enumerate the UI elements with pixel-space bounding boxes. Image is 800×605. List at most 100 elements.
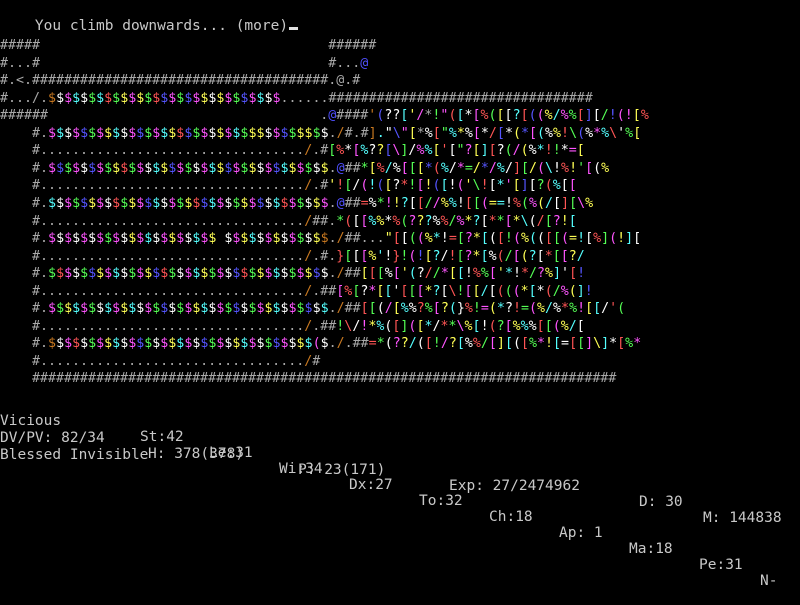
map-glyph: =: [520, 301, 529, 317]
map-glyph: $: [88, 336, 97, 352]
map-glyph: /: [384, 160, 393, 176]
map-glyph: [40, 38, 328, 53]
map-glyph: $: [272, 195, 281, 211]
map-glyph: $: [120, 301, 129, 317]
map-glyph: (: [384, 336, 393, 352]
map-glyph: ]: [625, 231, 634, 247]
map-glyph: ####: [336, 108, 369, 124]
map-glyph: *: [504, 266, 513, 282]
map-glyph: $: [120, 266, 129, 282]
map-glyph: #: [352, 160, 361, 176]
map-glyph: $: [296, 195, 305, 211]
map-glyph: $: [296, 231, 305, 247]
map-glyph: !: [384, 195, 393, 211]
map-glyph: %: [561, 160, 570, 176]
map-glyph: $: [320, 301, 329, 317]
map-glyph: %: [528, 195, 537, 211]
map-glyph: $: [96, 160, 105, 176]
map-glyph: !: [584, 283, 593, 299]
map-glyph: !: [545, 336, 554, 352]
map-glyph: .: [344, 336, 353, 352]
map-glyph: $: [280, 160, 289, 176]
map-glyph: #.: [0, 336, 49, 352]
map-glyph: *: [496, 301, 505, 317]
map-glyph: %: [456, 213, 465, 229]
map-glyph: %: [440, 195, 449, 211]
map-glyph: [: [617, 336, 626, 352]
map-glyph: (: [512, 231, 521, 247]
status-line-3: Blessed Invisible: [0, 431, 800, 463]
map-glyph: [: [593, 301, 602, 317]
map-glyph: $: [312, 125, 321, 141]
map-glyph: (: [544, 283, 553, 299]
map-glyph: /: [528, 160, 537, 176]
map-glyph: [: [376, 266, 385, 282]
map-glyph: #################################: [328, 90, 593, 106]
map-glyph: !: [472, 301, 481, 317]
map-glyph: !: [569, 160, 578, 176]
map-glyph: %: [472, 266, 481, 282]
map-glyph: #: [360, 125, 369, 141]
map-glyph: *: [360, 160, 369, 176]
map-glyph: !: [624, 108, 633, 124]
map-row: ########################################…: [0, 371, 616, 387]
map-glyph: [: [545, 231, 554, 247]
map-glyph: #: [352, 195, 361, 211]
stat-perception: Pe:31: [699, 557, 743, 573]
map-glyph: $: [280, 231, 289, 247]
map-glyph: [: [368, 301, 377, 317]
stat-toughness: To:32: [419, 493, 463, 509]
map-glyph: #: [344, 195, 353, 211]
map-glyph: [: [472, 283, 481, 299]
map-row: #.$$$$$$$$$$$$$$$$$$$$$$$$$$$$$$$$$$$./#…: [0, 126, 641, 142]
map-glyph: $: [96, 125, 105, 141]
map-glyph: $: [272, 90, 281, 106]
map-glyph: (: [520, 195, 529, 211]
map-glyph: $: [272, 125, 281, 141]
map-glyph: $: [304, 231, 313, 247]
map-glyph: $: [64, 266, 73, 282]
map-glyph: $: [48, 195, 57, 211]
status-line-2: DV/PV: 82/34 H: 378(378) P: 23(171) Exp:…: [0, 414, 800, 526]
map-glyph: [: [512, 178, 521, 194]
map-glyph: $: [104, 125, 113, 141]
map-glyph: %: [553, 301, 562, 317]
map-glyph: [: [472, 125, 481, 141]
map-glyph: $: [104, 195, 113, 211]
map-glyph: [: [496, 125, 505, 141]
map-glyph: \: [520, 213, 529, 229]
map-glyph: $: [104, 160, 113, 176]
map-glyph: [: [488, 336, 497, 352]
map-glyph: %: [569, 301, 578, 317]
map-glyph: /: [424, 266, 433, 282]
map-glyph: $: [96, 336, 105, 352]
map-glyph: $: [96, 266, 105, 282]
map-row: #................................./##.*(…: [0, 214, 577, 230]
map-glyph: $: [112, 90, 121, 106]
map-glyph: $: [104, 231, 113, 247]
map-glyph: [: [392, 266, 401, 282]
map-glyph: !: [617, 231, 626, 247]
map-glyph: !: [392, 195, 401, 211]
map-glyph: ]: [480, 143, 489, 159]
map-glyph: $: [88, 125, 97, 141]
map-glyph: [: [536, 318, 545, 334]
map-glyph: $: [320, 160, 329, 176]
map-glyph: ': [561, 266, 570, 282]
map-glyph: [40, 56, 328, 71]
map-glyph: $: [296, 160, 305, 176]
map-glyph: %: [537, 301, 546, 317]
map-glyph: ?: [400, 195, 409, 211]
map-glyph: %: [376, 160, 385, 176]
map-glyph: [: [472, 143, 481, 159]
map-glyph: [: [632, 108, 641, 124]
map-glyph: #: [352, 266, 361, 282]
map-glyph: $: [304, 336, 313, 352]
map-glyph: ]: [512, 160, 521, 176]
map-glyph: $: [288, 301, 297, 317]
map-glyph: !: [432, 336, 441, 352]
map-glyph: [: [488, 178, 497, 194]
map-glyph: .: [328, 125, 337, 141]
map-glyph: ?: [464, 248, 473, 264]
map-glyph: $: [48, 266, 57, 282]
